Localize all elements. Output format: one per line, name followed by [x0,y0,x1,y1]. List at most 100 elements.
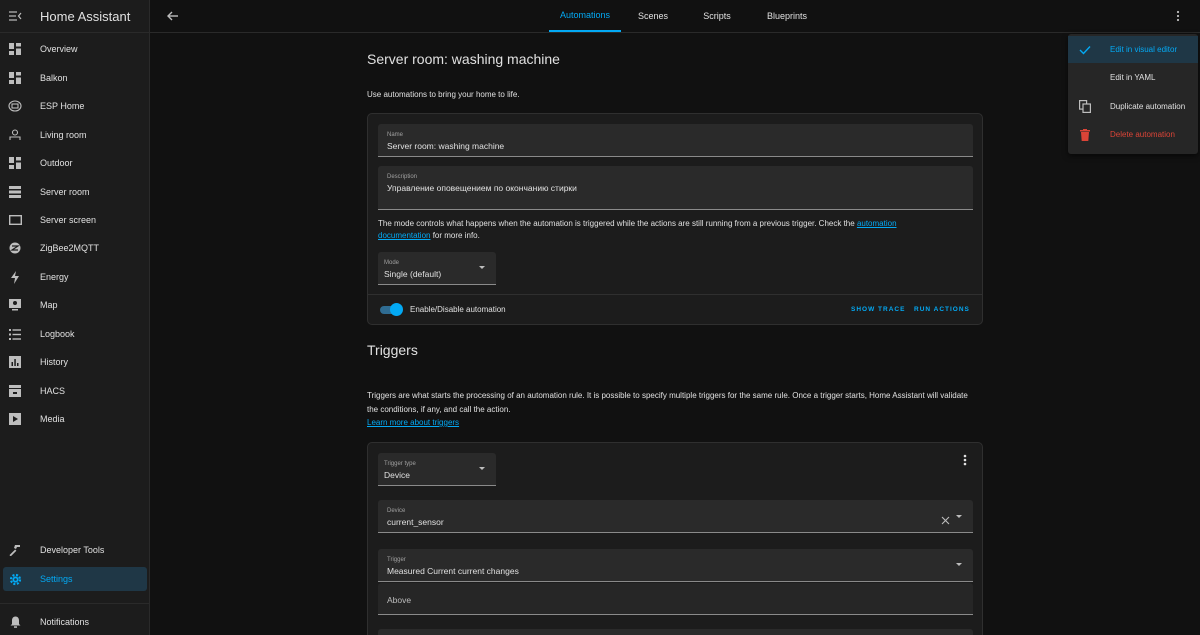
above-input[interactable]: Above [378,583,973,615]
sidebar-item-label: Overview [40,44,78,54]
menu-item-label: Edit in visual editor [1110,45,1178,54]
page-title: Server room: washing machine [367,51,560,67]
top-bar: Automations Scenes Scripts Blueprints [150,0,1200,33]
sidebar-item-map[interactable]: Map [0,293,150,317]
sidebar-item-label: Settings [40,574,73,584]
dashboard-icon [8,71,22,85]
hacs-icon [8,384,22,398]
field-label: Mode [384,260,400,266]
name-field[interactable]: Name Server room: washing machine [378,124,973,157]
tab-blueprints[interactable]: Blueprints [758,0,816,32]
sidebar-item-esp-home[interactable]: ESP Home [0,94,150,118]
dashboard-icon [8,42,22,56]
dropdown-arrow-icon [956,515,962,518]
tab-automations[interactable]: Automations [549,0,621,32]
sidebar-item-developer-tools[interactable]: Developer Tools [0,538,150,562]
gear-icon [8,572,22,586]
triggers-title: Triggers [367,342,418,358]
back-arrow-icon[interactable] [166,9,180,23]
logbook-icon [8,327,22,341]
sidebar-item-label: Balkon [40,73,68,83]
sidebar-item-label: Living room [40,130,87,140]
sidebar-item-media[interactable]: Media [0,407,150,431]
delete-icon [1078,128,1092,142]
clear-icon[interactable] [941,512,950,525]
sofa-icon [8,128,22,142]
menu-toggle-icon[interactable] [1,10,29,22]
card-divider [368,294,982,295]
more-vert-icon[interactable] [1171,9,1185,23]
sidebar-item-logbook[interactable]: Logbook [0,322,150,346]
field-value: current_sensor [387,517,444,527]
sidebar-item-label: Server screen [40,215,97,225]
sidebar-item-label: Notifications [40,617,90,627]
dropdown-arrow-icon [956,563,962,566]
menu-item-delete[interactable]: Delete automation [1068,121,1198,148]
sidebar-item-label: History [40,357,69,367]
menu-item-edit-visual[interactable]: Edit in visual editor [1068,36,1198,63]
field-value: Server room: washing machine [387,141,505,151]
dashboard-icon [8,156,22,170]
below-input[interactable] [378,629,973,635]
mode-select[interactable]: Mode Single (default) [378,252,496,285]
sidebar-item-label: Outdoor [40,158,73,168]
device-select[interactable]: Device current_sensor [378,500,973,533]
overflow-menu: Edit in visual editor Edit in YAML Dupli… [1068,34,1198,154]
trigger-more-vert-icon[interactable] [959,453,971,467]
sidebar-item-label: HACS [40,386,66,396]
menu-item-edit-yaml[interactable]: Edit in YAML [1068,64,1198,91]
field-label: Description [387,174,418,180]
hammer-icon [8,543,22,557]
sidebar-item-energy[interactable]: Energy [0,265,150,289]
run-actions-button[interactable]: RUN ACTIONS [914,306,970,313]
tab-scripts[interactable]: Scripts [694,0,740,32]
sidebar-item-label: Media [40,414,65,424]
sidebar-item-hacs[interactable]: HACS [0,379,150,403]
history-icon [8,355,22,369]
enable-automation-toggle[interactable] [380,303,403,317]
sidebar-item-overview[interactable]: Overview [0,37,150,61]
field-value: Device [384,470,410,480]
map-icon [8,298,22,312]
menu-item-duplicate[interactable]: Duplicate automation [1068,93,1198,120]
check-icon [1078,43,1092,57]
sidebar-item-server-screen[interactable]: Server screen [0,208,150,232]
sidebar: Home Assistant Overview Balkon ESP Home … [0,0,150,635]
dropdown-arrow-icon [479,467,485,470]
sidebar-item-outdoor[interactable]: Outdoor [0,151,150,175]
triggers-description: Triggers are what starts the processing … [367,391,968,414]
toggle-label: Enable/Disable automation [410,305,506,314]
sidebar-item-label: Map [40,300,58,310]
sidebar-divider [0,603,150,604]
sidebar-item-label: ESP Home [40,101,85,111]
mode-text-suffix: for more info. [430,231,480,240]
zigbee-icon [8,241,22,255]
trigger-card: Trigger type Device Device current_senso… [367,442,983,635]
show-trace-button[interactable]: SHOW TRACE [851,306,905,313]
sidebar-item-history[interactable]: History [0,350,150,374]
sidebar-item-living-room[interactable]: Living room [0,123,150,147]
page-intro: Use automations to bring your home to li… [367,90,520,99]
trigger-select[interactable]: Trigger Measured Current current changes [378,549,973,582]
automation-details-card: Name Server room: washing machine Descri… [367,113,983,325]
description-field[interactable]: Description Управление оповещением по ок… [378,166,973,210]
sidebar-item-zigbee2mqtt[interactable]: ZigBee2MQTT [0,236,150,260]
sidebar-item-server-room[interactable]: Server room [0,180,150,204]
mode-text-prefix: The mode controls what happens when the … [378,219,857,228]
sidebar-item-notifications[interactable]: Notifications [0,610,150,634]
field-label: Name [387,132,404,138]
field-value: Управление оповещением по окончанию стир… [387,183,577,193]
esphome-icon [8,99,22,113]
mode-description: The mode controls what happens when the … [378,218,938,242]
field-label: Trigger type [384,461,416,467]
above-placeholder: Above [387,595,412,605]
learn-more-triggers-link[interactable]: Learn more about triggers [367,418,459,427]
trigger-type-select[interactable]: Trigger type Device [378,453,496,486]
menu-item-label: Delete automation [1110,130,1175,139]
sidebar-item-balkon[interactable]: Balkon [0,66,150,90]
sidebar-item-settings[interactable]: Settings [3,567,147,591]
tab-scenes[interactable]: Scenes [628,0,678,32]
bell-icon [8,615,22,629]
field-value: Single (default) [384,269,442,279]
media-icon [8,412,22,426]
